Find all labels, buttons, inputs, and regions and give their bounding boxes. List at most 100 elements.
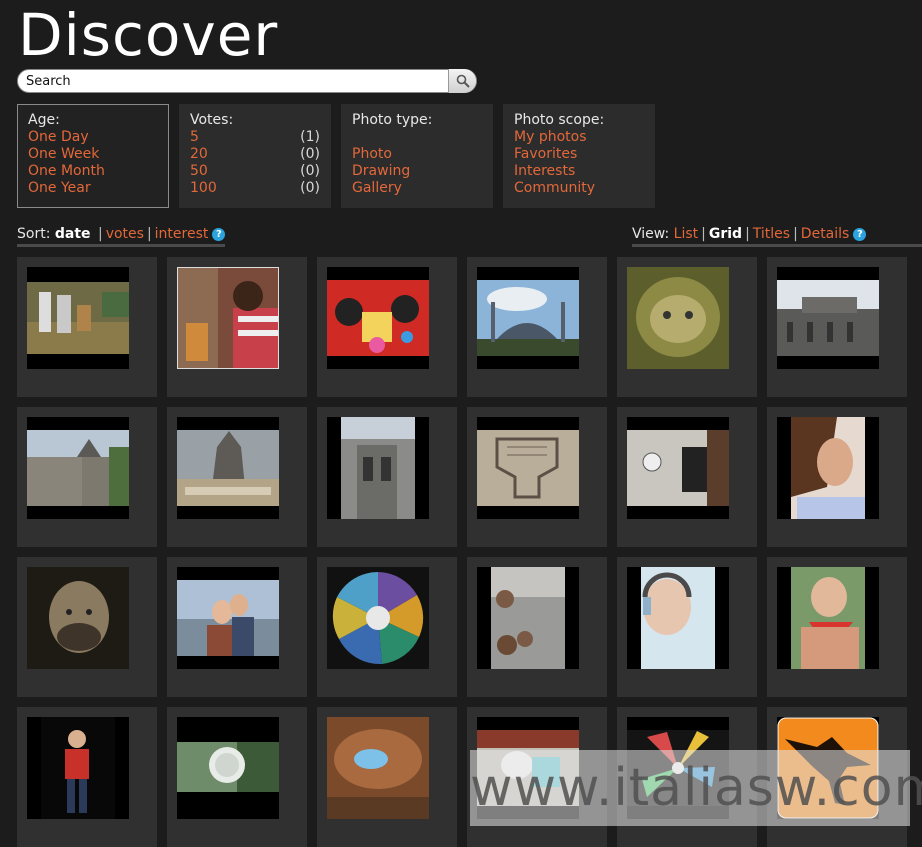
photo-image	[177, 742, 279, 792]
votes-option-20[interactable]: 20 (0)	[190, 146, 320, 163]
photo-thumbnail[interactable]	[177, 417, 279, 519]
age-filter: Age: One Day One Week One Month One Year	[17, 104, 169, 208]
photo-thumbnail[interactable]	[27, 267, 129, 369]
search-input[interactable]	[26, 72, 446, 90]
photo-thumbnail[interactable]	[777, 267, 879, 369]
age-one-month[interactable]: One Month	[28, 163, 158, 180]
photo-cell[interactable]	[467, 557, 607, 697]
view-bar: View: List | Grid | Titles | Details?	[632, 226, 922, 247]
votes-option-label[interactable]: 5	[190, 129, 199, 146]
photo-image	[791, 567, 865, 669]
photo-thumbnail[interactable]	[27, 417, 129, 519]
photo-thumbnail[interactable]	[627, 417, 729, 519]
sort-date[interactable]: date	[55, 226, 91, 242]
photo-thumbnail[interactable]	[27, 567, 129, 669]
photo-thumbnail[interactable]	[327, 417, 429, 519]
photo-image	[327, 567, 429, 669]
separator: |	[97, 226, 103, 242]
photo-image	[27, 430, 129, 506]
search-icon	[456, 74, 470, 88]
photo-image	[178, 268, 278, 368]
photo-cell[interactable]	[17, 557, 157, 697]
photo-thumbnail[interactable]	[177, 267, 279, 369]
photo-image	[641, 567, 715, 669]
photo-image	[627, 267, 729, 369]
photo-thumbnail[interactable]	[477, 267, 579, 369]
scope-community[interactable]: Community	[514, 180, 644, 197]
photo-thumbnail[interactable]	[477, 567, 579, 669]
photo-thumbnail[interactable]	[327, 267, 429, 369]
sort-votes-link[interactable]: votes	[106, 226, 144, 242]
view-list-link[interactable]: List	[674, 226, 698, 242]
help-icon[interactable]: ?	[212, 228, 226, 241]
photo-cell[interactable]	[317, 407, 457, 547]
photo-thumbnail[interactable]	[777, 417, 879, 519]
photo-cell[interactable]	[467, 407, 607, 547]
votes-option-label[interactable]: 20	[190, 146, 208, 163]
photo-cell[interactable]	[17, 407, 157, 547]
photo-image	[791, 417, 865, 519]
photo-cell[interactable]	[167, 407, 307, 547]
photo-image	[477, 280, 579, 356]
photo-thumbnail[interactable]	[327, 567, 429, 669]
photo-thumbnail[interactable]	[177, 567, 279, 669]
photo-thumbnail[interactable]	[27, 717, 129, 819]
photo-image	[327, 280, 429, 356]
scope-favorites[interactable]: Favorites	[514, 146, 644, 163]
photo-cell[interactable]	[167, 707, 307, 847]
votes-filter: Votes: 5 (1) 20 (0) 50 (0) 100 (0)	[179, 104, 331, 208]
photo-image	[41, 717, 115, 819]
photo-image	[627, 430, 729, 506]
photo-cell[interactable]	[167, 557, 307, 697]
separator: |	[793, 226, 798, 242]
photo-cell[interactable]	[17, 257, 157, 397]
photo-cell[interactable]	[317, 257, 457, 397]
photo-cell[interactable]	[317, 707, 457, 847]
photo-thumbnail[interactable]	[627, 567, 729, 669]
help-icon[interactable]: ?	[853, 228, 867, 241]
photo-thumbnail[interactable]	[177, 717, 279, 819]
photo-image	[341, 417, 415, 519]
search-box	[17, 69, 477, 93]
search-button[interactable]	[448, 69, 476, 93]
photo-type-filter: Photo type: Photo Drawing Gallery	[341, 104, 493, 208]
photo-image	[177, 430, 279, 506]
photo-thumbnail[interactable]	[327, 717, 429, 819]
watermark: www.italiasw.com	[470, 750, 922, 826]
votes-option-label[interactable]: 100	[190, 180, 217, 197]
sort-interest-link[interactable]: interest	[155, 226, 209, 242]
view-grid-active[interactable]: Grid	[709, 226, 742, 242]
scope-my-photos[interactable]: My photos	[514, 129, 644, 146]
photo-thumbnail[interactable]	[627, 267, 729, 369]
photo-thumbnail[interactable]	[777, 567, 879, 669]
photo-cell[interactable]	[617, 257, 757, 397]
separator: |	[701, 226, 706, 242]
photo-cell[interactable]	[767, 407, 907, 547]
age-one-week[interactable]: One Week	[28, 146, 158, 163]
photo-cell[interactable]	[17, 707, 157, 847]
votes-option-100[interactable]: 100 (0)	[190, 180, 320, 197]
view-details-link[interactable]: Details	[801, 226, 850, 242]
photo-cell[interactable]	[467, 257, 607, 397]
photo-image	[27, 567, 129, 669]
votes-option-label[interactable]: 50	[190, 163, 208, 180]
photo-type-photo[interactable]: Photo	[352, 146, 482, 163]
age-one-day[interactable]: One Day	[28, 129, 158, 146]
age-one-year[interactable]: One Year	[28, 180, 158, 197]
sort-bar: Sort: date | votes | interest?	[17, 226, 226, 247]
votes-option-50[interactable]: 50 (0)	[190, 163, 320, 180]
photo-cell[interactable]	[617, 407, 757, 547]
scope-interests[interactable]: Interests	[514, 163, 644, 180]
photo-thumbnail[interactable]	[477, 417, 579, 519]
photo-cell[interactable]	[317, 557, 457, 697]
photo-type-drawing[interactable]: Drawing	[352, 163, 482, 180]
photo-cell[interactable]	[617, 557, 757, 697]
photo-image	[491, 567, 565, 669]
photo-cell[interactable]	[167, 257, 307, 397]
photo-cell[interactable]	[767, 557, 907, 697]
votes-option-5[interactable]: 5 (1)	[190, 129, 320, 146]
view-titles-link[interactable]: Titles	[753, 226, 790, 242]
photo-cell[interactable]	[767, 257, 907, 397]
photo-type-gallery[interactable]: Gallery	[352, 180, 482, 197]
